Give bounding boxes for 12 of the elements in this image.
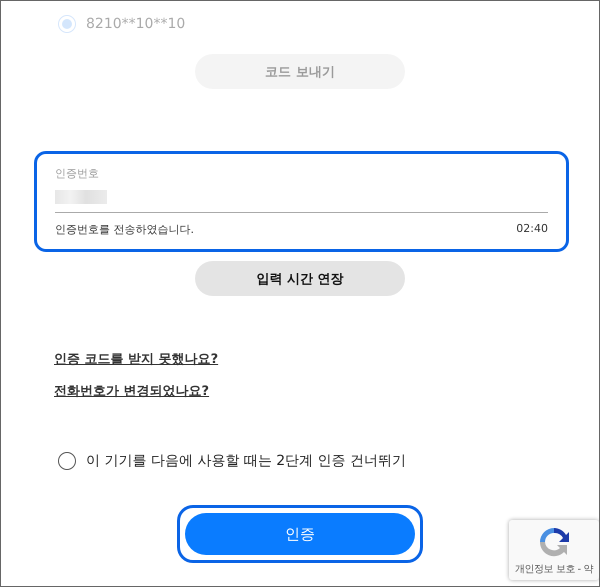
extend-time-button[interactable]: 입력 시간 연장 <box>195 261 405 296</box>
field-label: 인증번호 <box>55 166 100 181</box>
countdown-timer: 02:40 <box>516 222 548 237</box>
help-link[interactable]: 전화번호가 변경되었나요? <box>54 382 210 400</box>
help-link[interactable]: 인증 코드를 받지 못했나요? <box>54 350 218 368</box>
badge-text[interactable]: 개인정보 보호 - 약 <box>515 562 593 576</box>
radio-button[interactable] <box>58 452 76 470</box>
code-input-field[interactable]: 인증번호 인증번호를 전송하였습니다. 02:40 <box>34 151 569 252</box>
option-label: 이 기기를 다음에 사용할 때는 2단계 인증 건너뛰기 <box>86 452 406 470</box>
phone-number-label: 8210**10**10 <box>86 16 186 32</box>
helper-text: 인증번호를 전송하였습니다. <box>55 222 194 237</box>
verify-button[interactable]: 인증 <box>185 513 415 555</box>
